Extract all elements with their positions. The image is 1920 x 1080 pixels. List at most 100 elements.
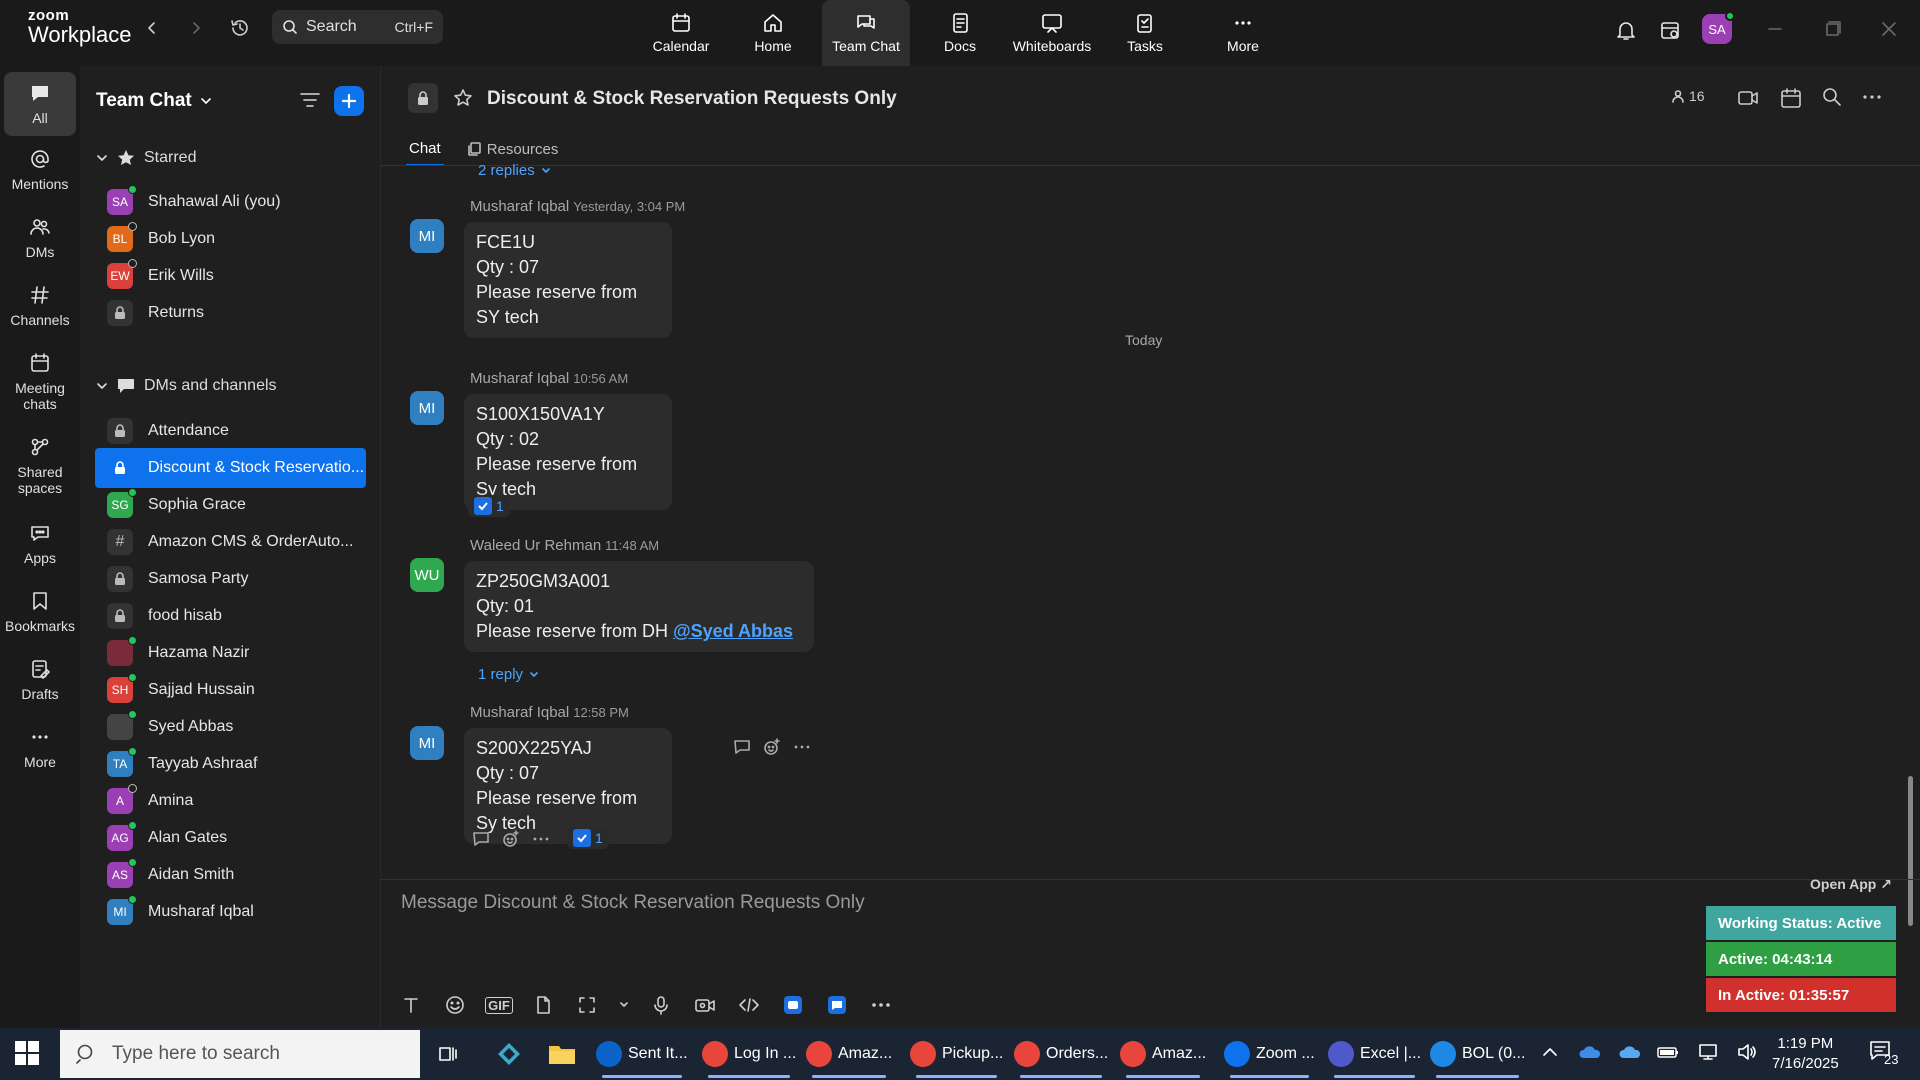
minimize-icon[interactable] [1762,16,1788,42]
file-explorer-icon[interactable] [548,1034,576,1074]
nav-team-chat[interactable]: Team Chat [822,0,910,66]
sender-name[interactable]: Musharaf Iqbal [470,370,569,387]
sidebar-item[interactable]: SH Sajjad Hussain [95,670,366,710]
sidebar-item[interactable]: A Amina [95,781,366,821]
rail-dms[interactable]: DMs [4,216,76,260]
nav-docs[interactable]: Docs [930,0,990,66]
add-reaction-icon[interactable] [762,737,782,757]
sidebar-item[interactable]: SG Sophia Grace [95,485,366,525]
filter-icon[interactable] [298,88,322,112]
taskbar-app-button[interactable]: BOL (0... [1430,1034,1525,1078]
checkmark-reaction[interactable]: 1 [567,827,609,849]
taskbar-app-button[interactable]: Excel |... [1328,1034,1421,1078]
taskbar-app-button[interactable]: Sent It... [596,1034,688,1078]
checkmark-reaction[interactable]: 1 [468,495,510,517]
members-button[interactable]: 16 [1671,88,1705,104]
tab-chat[interactable]: Chat [406,132,444,166]
video-message-icon[interactable] [693,993,717,1017]
message-avatar[interactable]: WU [410,558,444,592]
message-bubble[interactable]: S100X150VA1Y Qty : 02 Please reserve fro… [464,394,672,510]
rail-mentions[interactable]: Mentions [4,148,76,192]
code-snippet-icon[interactable] [737,993,761,1017]
sidebar-item[interactable]: TA Tayyab Ashraaf [95,744,366,784]
sidebar-item[interactable]: MI Musharaf Iqbal [95,892,366,932]
sidebar-item[interactable]: EW Erik Wills [95,256,366,296]
zoom-chat-app-icon[interactable] [825,993,849,1017]
taskbar-app-button[interactable]: Amaz... [1120,1034,1206,1078]
onedrive-personal-icon[interactable] [1618,1042,1642,1062]
rail-drafts[interactable]: Drafts [4,658,76,702]
sidebar-item[interactable]: BL Bob Lyon [95,219,366,259]
search-icon[interactable] [1821,86,1843,108]
screenshot-icon[interactable] [575,993,599,1017]
sidebar-item[interactable]: AG Alan Gates [95,818,366,858]
nav-calendar[interactable]: Calendar [646,0,716,66]
text-format-icon[interactable] [399,993,423,1017]
team-chat-dropdown[interactable]: Team Chat [96,90,212,112]
message-composer-input[interactable] [401,892,1401,914]
user-mention-link[interactable]: @Syed Abbas [673,621,793,641]
sidebar-item[interactable]: Discount & Stock Reservatio... [95,448,366,488]
message-avatar[interactable]: MI [410,391,444,425]
taskbar-app-button[interactable]: Pickup... [910,1034,1003,1078]
video-camera-icon[interactable] [1736,86,1760,110]
more-icon[interactable] [792,737,812,757]
network-icon[interactable] [1698,1042,1720,1062]
rail-all[interactable]: All [4,72,76,136]
show-hidden-icons-chevron[interactable] [1540,1042,1560,1062]
message-avatar[interactable]: MI [410,726,444,760]
more-icon[interactable] [531,829,551,849]
message-bubble[interactable]: FCE1U Qty : 07 Please reserve from SY te… [464,222,672,338]
sidebar-item[interactable]: Hazama Nazir [95,633,366,673]
scrollbar-thumb[interactable] [1908,776,1913,926]
taskbar-app-button[interactable]: Amaz... [806,1034,892,1078]
rail-channels[interactable]: Channels [4,284,76,328]
add-chat-button[interactable] [334,86,364,116]
rail-bookmarks[interactable]: Bookmarks [4,590,76,634]
calendar-status-icon[interactable] [1656,16,1684,44]
notification-bell-icon[interactable] [1612,16,1640,44]
chevron-down-icon[interactable] [619,993,629,1017]
schedule-meeting-icon[interactable] [1779,86,1803,110]
zoom-app-blue-icon[interactable] [781,993,805,1017]
nav-more[interactable]: More [1213,0,1273,66]
copilot-app-icon[interactable] [496,1034,522,1074]
message-avatar[interactable]: MI [410,219,444,253]
battery-icon[interactable] [1656,1042,1680,1062]
emoji-icon[interactable] [443,993,467,1017]
system-clock[interactable]: 1:19 PM 7/16/2025 [1772,1034,1839,1074]
sender-name[interactable]: Musharaf Iqbal [470,198,569,215]
sidebar-item[interactable]: Samosa Party [95,559,366,599]
thread-replies-link[interactable]: 2 replies [478,162,551,179]
more-options-icon[interactable] [1861,86,1883,108]
gif-icon[interactable]: GIF [485,993,513,1017]
star-outline-icon[interactable] [453,88,473,108]
close-icon[interactable] [1876,16,1902,42]
profile-avatar[interactable]: SA [1702,11,1735,44]
message-bubble[interactable]: S200X225YAJ Qty : 07 Please reserve from… [464,728,672,844]
chat-scrollbar[interactable] [1905,166,1915,926]
channel-title[interactable]: Discount & Stock Reservation Requests On… [487,88,897,110]
nav-tasks[interactable]: Tasks [1115,0,1175,66]
sender-name[interactable]: Musharaf Iqbal [470,704,569,721]
rail-meeting-chats[interactable]: Meeting chats [4,352,76,412]
nav-whiteboards[interactable]: Whiteboards [1010,0,1094,66]
taskbar-app-button[interactable]: Log In ... [702,1034,796,1078]
open-app-link[interactable]: Open App ↗ [1810,876,1892,893]
sender-name[interactable]: Waleed Ur Rehman [470,537,601,554]
task-view-icon[interactable] [436,1034,460,1074]
rail-shared-spaces[interactable]: Shared spaces [4,436,76,496]
sidebar-item[interactable]: food hisab [95,596,366,636]
nav-home[interactable]: Home [741,0,805,66]
more-icon[interactable] [869,993,893,1017]
onedrive-icon[interactable] [1578,1042,1602,1062]
maximize-icon[interactable] [1820,16,1846,42]
message-bubble[interactable]: ZP250GM3A001 Qty: 01 Please reserve from… [464,561,814,652]
tab-resources[interactable]: Resources [466,132,558,166]
taskbar-app-button[interactable]: Orders... [1014,1034,1108,1078]
history-icon[interactable] [226,14,254,42]
thread-replies-link[interactable]: 1 reply [478,666,539,683]
sidebar-item[interactable]: Returns [95,293,366,333]
sidebar-item[interactable]: # Amazon CMS & OrderAuto... [95,522,366,562]
sidebar-item[interactable]: Syed Abbas [95,707,366,747]
